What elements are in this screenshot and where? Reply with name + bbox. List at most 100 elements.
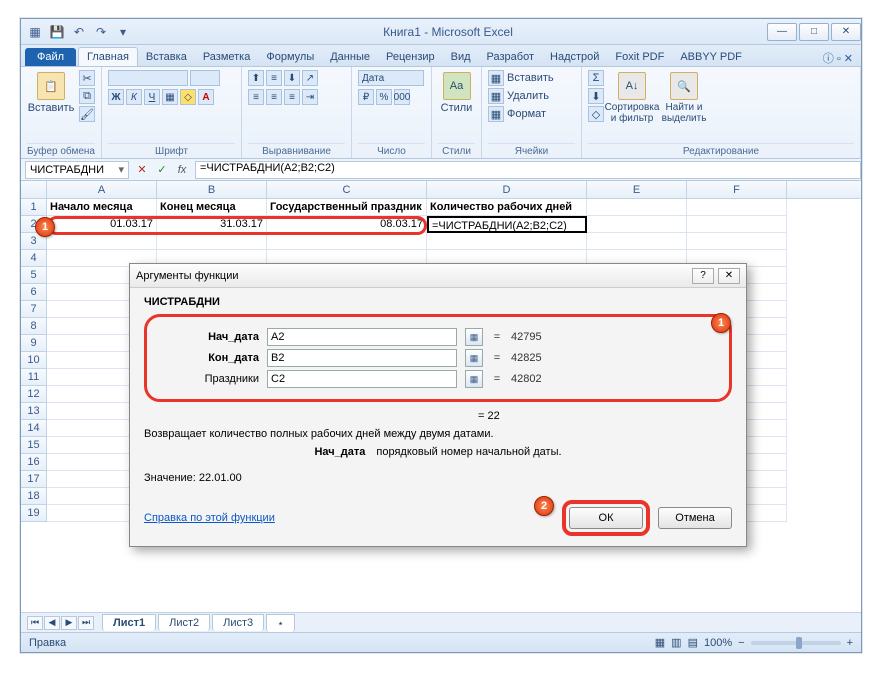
minimize-icon[interactable]: —	[767, 23, 797, 41]
row-header-4[interactable]: 4	[21, 250, 47, 267]
function-help-link[interactable]: Справка по этой функции	[144, 512, 275, 524]
tab-layout[interactable]: Разметка	[195, 48, 259, 66]
cell-A2[interactable]: 01.03.17	[47, 216, 157, 233]
redo-icon[interactable]: ↷	[93, 24, 109, 40]
cell-F2[interactable]	[687, 216, 787, 233]
tab-insert[interactable]: Вставка	[138, 48, 195, 66]
view-break-icon[interactable]: ▤	[688, 636, 698, 649]
close-icon[interactable]: ✕	[831, 23, 861, 41]
row-header-11[interactable]: 11	[21, 369, 47, 386]
fill-color-button[interactable]: ◇	[180, 89, 196, 105]
styles-button[interactable]: Aa Стили	[438, 70, 475, 116]
row-header-13[interactable]: 13	[21, 403, 47, 420]
col-header-B[interactable]: B	[157, 181, 267, 198]
find-select-button[interactable]: 🔍 Найти и выделить	[660, 70, 708, 126]
cell-A1[interactable]: Начало месяца	[47, 199, 157, 216]
save-icon[interactable]: 💾	[49, 24, 65, 40]
col-header-F[interactable]: F	[687, 181, 787, 198]
underline-button[interactable]: Ч	[144, 89, 160, 105]
sheet-nav-last-icon[interactable]: ⏭	[78, 616, 94, 630]
row-header-8[interactable]: 8	[21, 318, 47, 335]
align-right-button[interactable]: ≡	[284, 89, 300, 105]
cell-A3[interactable]	[47, 233, 157, 250]
row-header-19[interactable]: 19	[21, 505, 47, 522]
zoom-out-button[interactable]: −	[738, 637, 744, 649]
sheet-nav-next-icon[interactable]: ▶	[61, 616, 77, 630]
arg-input-0[interactable]	[267, 328, 457, 346]
sheet-tab-new[interactable]: ⋆	[266, 614, 295, 632]
border-button[interactable]: ▦	[162, 89, 178, 105]
autosum-button[interactable]: Σ	[588, 70, 604, 86]
cell-E2[interactable]	[587, 216, 687, 233]
tab-foxit[interactable]: Foxit PDF	[607, 48, 672, 66]
cell-B2[interactable]: 31.03.17	[157, 216, 267, 233]
align-left-button[interactable]: ≡	[248, 89, 264, 105]
arg-input-2[interactable]	[267, 370, 457, 388]
font-name-field[interactable]	[108, 70, 188, 86]
help-icon[interactable]: ⓘ ▫ ✕	[823, 50, 853, 66]
dialog-help-icon[interactable]: ?	[692, 268, 714, 284]
percent-button[interactable]: %	[376, 89, 392, 105]
row-header-14[interactable]: 14	[21, 420, 47, 437]
row-header-1[interactable]: 1	[21, 199, 47, 216]
comma-button[interactable]: 000	[394, 89, 410, 105]
cell-F3[interactable]	[687, 233, 787, 250]
cell-C3[interactable]	[267, 233, 427, 250]
ok-button[interactable]: ОК	[569, 507, 643, 529]
cancel-formula-button[interactable]: ✕	[133, 161, 151, 179]
tab-abbyy[interactable]: ABBYY PDF	[672, 48, 750, 66]
align-center-button[interactable]: ≡	[266, 89, 282, 105]
row-header-7[interactable]: 7	[21, 301, 47, 318]
cancel-button[interactable]: Отмена	[658, 507, 732, 529]
tab-addins[interactable]: Надстрой	[542, 48, 607, 66]
worksheet-grid[interactable]: A B C D E F 1 Начало месяца Конец месяца…	[21, 181, 861, 611]
dialog-titlebar[interactable]: Аргументы функции ? ✕	[130, 264, 746, 288]
paste-button[interactable]: 📋 Вставить	[27, 70, 75, 116]
chevron-down-icon[interactable]: ▾	[118, 163, 124, 176]
tab-data[interactable]: Данные	[322, 48, 378, 66]
cut-button[interactable]: ✂	[79, 70, 95, 86]
indent-button[interactable]: ⇥	[302, 89, 318, 105]
view-layout-icon[interactable]: ▥	[671, 636, 681, 649]
insert-cells-button[interactable]: ▦ Вставить	[488, 70, 554, 86]
align-middle-button[interactable]: ≡	[266, 70, 282, 86]
italic-button[interactable]: К	[126, 89, 142, 105]
align-top-button[interactable]: ⬆	[248, 70, 264, 86]
sheet-nav-prev-icon[interactable]: ◀	[44, 616, 60, 630]
number-format-select[interactable]: Дата	[358, 70, 424, 86]
cell-D1[interactable]: Количество рабочих дней	[427, 199, 587, 216]
font-color-button[interactable]: А	[198, 89, 214, 105]
tab-developer[interactable]: Разработ	[479, 48, 542, 66]
col-header-E[interactable]: E	[587, 181, 687, 198]
sheet-tab-2[interactable]: Лист3	[212, 614, 264, 631]
col-header-C[interactable]: C	[267, 181, 427, 198]
maximize-icon[interactable]: □	[799, 23, 829, 41]
cell-C2[interactable]: 08.03.17	[267, 216, 427, 233]
sheet-tab-1[interactable]: Лист2	[158, 614, 210, 631]
fill-button[interactable]: ⬇	[588, 88, 604, 104]
range-picker-icon[interactable]: ▦	[465, 328, 483, 346]
tab-formulas[interactable]: Формулы	[258, 48, 322, 66]
clear-button[interactable]: ◇	[588, 106, 604, 122]
row-header-18[interactable]: 18	[21, 488, 47, 505]
view-normal-icon[interactable]: ▦	[655, 636, 665, 649]
cell-D3[interactable]	[427, 233, 587, 250]
select-all-button[interactable]	[21, 181, 47, 198]
row-header-12[interactable]: 12	[21, 386, 47, 403]
orientation-button[interactable]: ↗	[302, 70, 318, 86]
col-header-D[interactable]: D	[427, 181, 587, 198]
row-header-5[interactable]: 5	[21, 267, 47, 284]
zoom-in-button[interactable]: +	[847, 637, 853, 649]
tab-home[interactable]: Главная	[78, 47, 138, 66]
zoom-slider[interactable]	[751, 641, 841, 645]
cell-E1[interactable]	[587, 199, 687, 216]
dialog-close-icon[interactable]: ✕	[718, 268, 740, 284]
tab-review[interactable]: Рецензир	[378, 48, 443, 66]
range-picker-icon[interactable]: ▦	[465, 370, 483, 388]
file-tab[interactable]: Файл	[25, 48, 76, 66]
row-header-16[interactable]: 16	[21, 454, 47, 471]
bold-button[interactable]: Ж	[108, 89, 124, 105]
sort-filter-button[interactable]: A↓ Сортировка и фильтр	[608, 70, 656, 126]
row-header-15[interactable]: 15	[21, 437, 47, 454]
row-header-9[interactable]: 9	[21, 335, 47, 352]
